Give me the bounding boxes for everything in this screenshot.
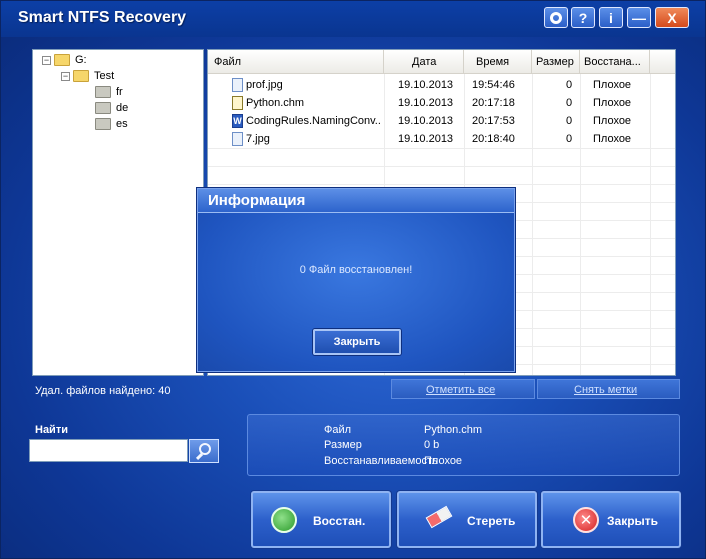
file-date: 19.10.2013: [398, 115, 454, 127]
folder-icon: [95, 118, 111, 130]
table-row[interactable]: Python.chm 19.10.2013 20:17:18 0 Плохое: [208, 94, 675, 112]
image-file-icon: [232, 132, 243, 146]
select-all-link[interactable]: Отметить все: [426, 384, 495, 396]
erase-button[interactable]: Стереть: [397, 491, 537, 548]
folder-icon: [95, 86, 111, 98]
file-details-panel: Файл Python.chm Размер 0 b Восстанавлива…: [247, 414, 680, 476]
restore-button[interactable]: Восстан.: [251, 491, 391, 548]
help-file-icon: [232, 96, 243, 110]
file-size: 0: [566, 133, 573, 145]
title-bar: Smart NTFS Recovery ? i — X: [1, 1, 705, 37]
deleted-files-count: Удал. файлов найдено: 40: [35, 385, 171, 397]
file-name: CodingRules.NamingConv...: [246, 115, 381, 127]
tree-node-label: es: [116, 118, 128, 130]
tree-node-de[interactable]: de: [95, 102, 128, 114]
app-title: Smart NTFS Recovery: [18, 9, 187, 26]
search-input[interactable]: [29, 439, 188, 462]
file-time: 19:54:46: [472, 79, 515, 91]
column-header-recovery[interactable]: Восстана...: [580, 50, 650, 74]
detail-file-value: Python.chm: [424, 424, 483, 436]
help-button[interactable]: ?: [571, 7, 595, 28]
grid-line: [208, 166, 675, 167]
column-header-size[interactable]: Размер: [532, 50, 580, 74]
file-name: Python.chm: [246, 97, 305, 109]
file-date: 19.10.2013: [398, 79, 454, 91]
folder-icon: [54, 54, 70, 66]
folder-icon: [95, 102, 111, 114]
detail-size-label: Размер: [324, 439, 362, 451]
dialog-title: Информация: [208, 192, 306, 209]
tree-node-label: G:: [75, 54, 87, 66]
file-name: 7.jpg: [246, 133, 270, 145]
tree-node-drive[interactable]: − G:: [42, 54, 87, 66]
tree-node-test[interactable]: − Test: [61, 70, 114, 82]
close-button-label: Закрыть: [607, 514, 659, 528]
folder-icon: [73, 70, 89, 82]
table-row[interactable]: prof.jpg 19.10.2013 19:54:46 0 Плохое: [208, 76, 675, 94]
image-file-icon: [232, 78, 243, 92]
detail-size-value: 0 b: [424, 439, 440, 451]
collapse-icon[interactable]: −: [42, 55, 51, 65]
column-header-file[interactable]: Файл: [208, 50, 384, 74]
file-status: Плохое: [593, 133, 632, 145]
minimize-button[interactable]: —: [627, 7, 651, 28]
detail-file-label: Файл: [324, 424, 352, 436]
file-size: 0: [566, 115, 573, 127]
file-list-header: Файл Дата Время Размер Восстана...: [208, 50, 675, 74]
tree-node-label: de: [116, 102, 129, 114]
folder-tree[interactable]: − G: − Test fr de es: [32, 49, 204, 376]
column-header-date[interactable]: Дата: [384, 50, 464, 74]
file-status: Плохое: [593, 97, 632, 109]
table-row[interactable]: 7.jpg 19.10.2013 20:18:40 0 Плохое: [208, 130, 675, 148]
grid-line: [208, 184, 675, 185]
eraser-icon: [425, 505, 453, 529]
restore-button-label: Восстан.: [313, 514, 366, 528]
restore-icon: [271, 507, 297, 533]
file-time: 20:17:53: [472, 115, 515, 127]
info-button[interactable]: i: [599, 7, 623, 28]
dialog-message: 0 Файл восстановлен!: [299, 264, 413, 276]
tree-node-label: fr: [116, 86, 123, 98]
column-header-time[interactable]: Время: [464, 50, 532, 74]
file-name: prof.jpg: [246, 79, 283, 91]
close-icon: ✕: [573, 507, 599, 533]
file-size: 0: [566, 97, 573, 109]
file-date: 19.10.2013: [398, 133, 454, 145]
info-dialog: Информация 0 Файл восстановлен! Закрыть: [197, 188, 515, 372]
gear-icon: [550, 11, 562, 24]
collapse-icon[interactable]: −: [61, 71, 70, 81]
search-label: Найти: [35, 424, 68, 436]
tree-node-label: Test: [94, 70, 115, 82]
table-row[interactable]: W CodingRules.NamingConv... 19.10.2013 2…: [208, 112, 675, 130]
detail-recoverable-label: Восстанавливаемость: [324, 455, 438, 467]
file-time: 20:18:40: [472, 133, 515, 145]
tree-node-es[interactable]: es: [95, 118, 128, 130]
deselect-all-link[interactable]: Снять метки: [574, 384, 637, 396]
settings-button[interactable]: [544, 7, 568, 28]
close-window-button[interactable]: X: [655, 7, 689, 28]
dialog-title-bar: Информация: [198, 189, 514, 213]
close-button[interactable]: ✕ Закрыть: [541, 491, 681, 548]
file-status: Плохое: [593, 79, 632, 91]
word-file-icon: W: [232, 114, 243, 128]
detail-recoverable-value: Плохое: [424, 455, 463, 467]
search-button[interactable]: [189, 439, 219, 463]
file-date: 19.10.2013: [398, 97, 454, 109]
dialog-close-button[interactable]: Закрыть: [313, 329, 401, 355]
app-window: Smart NTFS Recovery ? i — X − G: − Test …: [0, 0, 706, 559]
file-size: 0: [566, 79, 573, 91]
grid-line: [208, 148, 675, 149]
file-time: 20:17:18: [472, 97, 515, 109]
tree-node-fr[interactable]: fr: [95, 86, 123, 98]
erase-button-label: Стереть: [467, 514, 516, 528]
file-status: Плохое: [593, 115, 632, 127]
